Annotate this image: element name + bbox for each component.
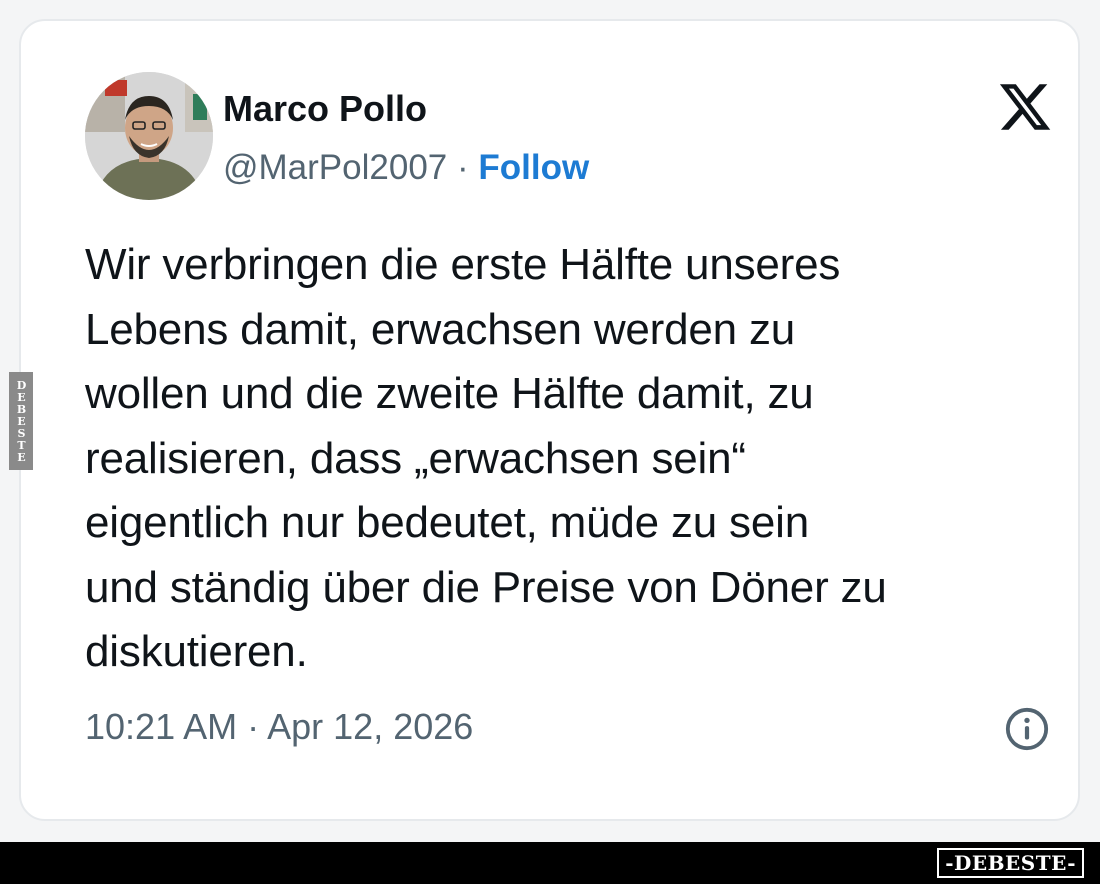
- tweet-time: 10:21 AM: [85, 706, 238, 747]
- tweet-text-line: diskutieren.: [85, 627, 308, 676]
- tweet-text-line: wollen und die zweite Hälfte damit, zu: [85, 369, 814, 418]
- separator-dot: ·: [247, 706, 260, 747]
- tweet-date: Apr 12, 2026: [267, 706, 474, 747]
- tweet-timestamp[interactable]: 10:21 AM · Apr 12, 2026: [85, 706, 473, 748]
- tweet-text-line: und ständig über die Preise von Döner zu: [85, 562, 887, 612]
- tweet-text-line: realisieren, dass „erwachsen sein“: [85, 433, 746, 483]
- follow-link[interactable]: Follow: [478, 148, 589, 187]
- tweet-text-line: Lebens damit, erwachsen werden zu: [85, 304, 796, 354]
- x-logo-icon[interactable]: [996, 79, 1054, 135]
- author-handle[interactable]: @MarPol2007: [223, 148, 447, 187]
- bottom-watermark: -DEBESTE-: [937, 848, 1084, 878]
- separator-dot: ·: [457, 148, 469, 187]
- author-name[interactable]: Marco Pollo: [223, 88, 427, 130]
- tweet-text: Wir verbringen die erste Hälfte unseres …: [85, 233, 1075, 685]
- x-logo-icon-glyph: [999, 84, 1051, 130]
- author-handle-row: @MarPol2007 · Follow: [223, 148, 589, 188]
- tweet-text-line: Wir verbringen die erste Hälfte unseres: [85, 240, 841, 289]
- info-icon-glyph: [1005, 707, 1049, 751]
- avatar[interactable]: [85, 72, 213, 200]
- tweet-text-line: eigentlich nur bedeutet, müde zu sein: [85, 498, 809, 547]
- tweet-card: Marco Pollo @MarPol2007 · Follow Wir ver…: [19, 19, 1080, 821]
- avatar-photo: [85, 72, 213, 200]
- info-icon[interactable]: [1004, 706, 1050, 752]
- side-watermark: DEBESTE: [9, 372, 33, 470]
- bottom-watermark-bar: -DEBESTE-: [0, 842, 1100, 884]
